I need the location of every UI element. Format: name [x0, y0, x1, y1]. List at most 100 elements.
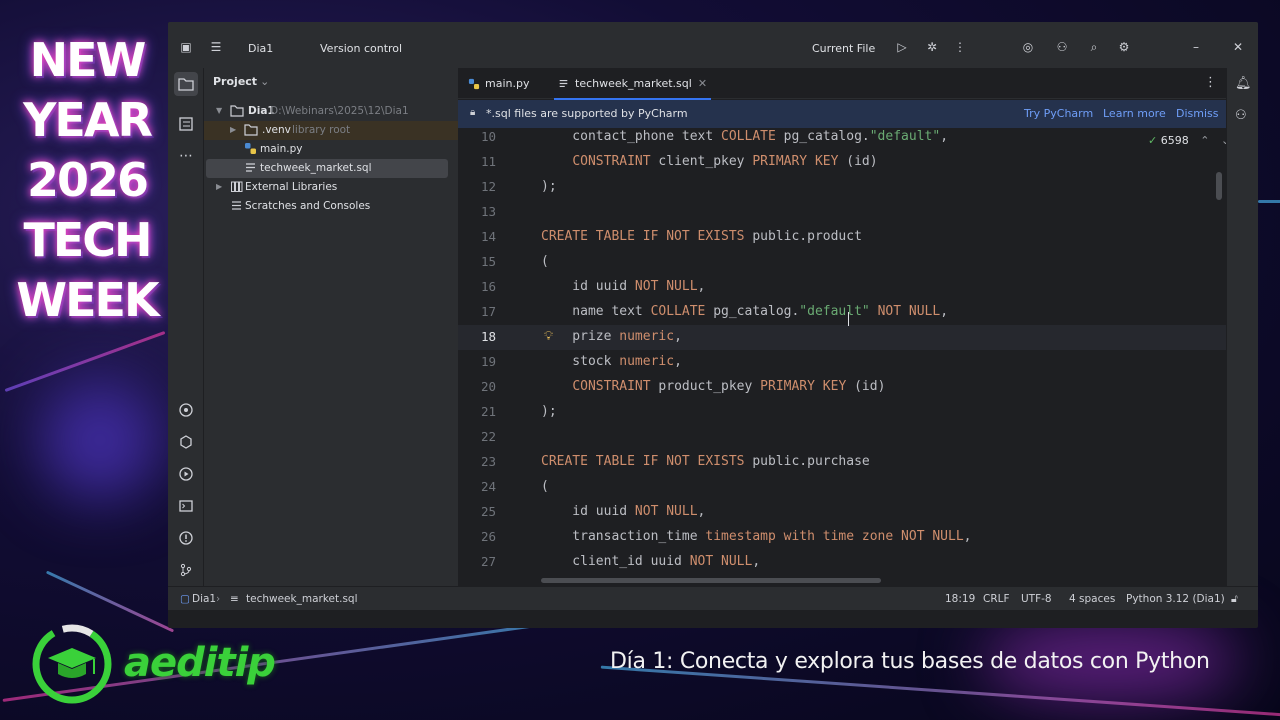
line-number: 22 — [480, 429, 496, 444]
code-token: id uuid — [541, 504, 635, 519]
expand-arrow-icon[interactable]: ▼ — [216, 106, 222, 115]
dismiss-link[interactable]: Dismiss — [1176, 107, 1219, 120]
tree-item-main-py[interactable]: main.py — [204, 140, 458, 159]
close-window-icon[interactable]: ✕ — [1230, 40, 1246, 56]
vcs-widget[interactable]: Version control — [320, 42, 402, 55]
code-line[interactable]: 18 💡︎ prize numeric, — [458, 325, 1226, 350]
code-line[interactable]: 17 name text COLLATE pg_catalog."default… — [458, 300, 1226, 325]
more-actions-icon[interactable]: ⋮ — [952, 40, 968, 56]
code-line[interactable]: 21); — [458, 400, 1226, 425]
line-number: 15 — [480, 254, 496, 269]
file-encoding[interactable]: UTF-8 — [1021, 593, 1052, 605]
code-token: COLLATE — [721, 129, 776, 144]
background-glow — [40, 380, 160, 500]
ai-assistant-icon[interactable]: ◎ — [1020, 40, 1036, 56]
indent-setting[interactable]: 4 spaces — [1069, 593, 1115, 605]
terminal-button[interactable] — [174, 494, 198, 518]
left-tool-strip: ⋯ — [168, 68, 204, 586]
tree-item-sql-file[interactable]: techweek_market.sql — [206, 159, 448, 178]
code-area[interactable]: 10 contact_phone text COLLATE pg_catalog… — [458, 128, 1226, 586]
main-menu-icon[interactable]: ☰ — [208, 40, 224, 56]
run-icon[interactable]: ▷ — [894, 40, 910, 56]
code-line[interactable]: 10 contact_phone text COLLATE pg_catalog… — [458, 128, 1226, 150]
python-packages-button[interactable] — [174, 398, 198, 422]
notifications-bell-icon[interactable]: 🔔︎ — [1235, 76, 1252, 91]
code-token: NOT NULL — [877, 304, 941, 319]
ai-chat-icon[interactable]: ⚇ — [1235, 108, 1247, 123]
minimize-icon[interactable]: – — [1188, 40, 1204, 56]
line-separator[interactable]: CRLF — [983, 593, 1010, 605]
collab-icon[interactable]: ⚇ — [1054, 40, 1070, 56]
graduation-cap-logo-icon — [32, 624, 112, 704]
caret-position[interactable]: 18:19 — [945, 593, 975, 605]
inspection-widget[interactable]: ✓ 6598 ⌃ ⌄ — [1148, 134, 1230, 147]
read-only-lock-icon[interactable]: 🔓︎ — [1231, 593, 1238, 606]
code-line[interactable]: 19 stock numeric, — [458, 350, 1226, 375]
code-line[interactable]: 22 — [458, 425, 1226, 450]
project-tool-button[interactable] — [174, 72, 198, 96]
breadcrumb-project[interactable]: Dia1 — [192, 593, 216, 605]
code-token: NOT NULL — [634, 504, 698, 519]
project-panel-header[interactable]: Project ⌄ — [213, 75, 269, 88]
debug-icon[interactable]: ✲ — [924, 40, 940, 56]
code-token: , — [674, 354, 682, 369]
lock-icon: 🔒︎ — [470, 107, 476, 118]
tree-item-path: D:\Webinars\2025\12\Dia1 — [270, 105, 409, 117]
line-number: 27 — [480, 554, 496, 569]
folder-icon — [178, 78, 194, 91]
check-icon: ✓ — [1148, 134, 1158, 147]
problems-button[interactable] — [174, 526, 198, 550]
tab-options-icon[interactable]: ⋮ — [1204, 75, 1217, 90]
code-line[interactable]: 20 CONSTRAINT product_pkey PRIMARY KEY (… — [458, 375, 1226, 400]
collapse-arrow-icon[interactable]: ▶ — [216, 182, 222, 191]
code-token: (id) — [838, 154, 878, 169]
code-line[interactable]: 15 ( — [458, 250, 1226, 275]
code-line[interactable]: 27 client_id uuid NOT NULL, — [458, 550, 1226, 575]
tree-item-scratches[interactable]: Scratches and Consoles — [204, 197, 458, 216]
run-config-selector[interactable]: Current File — [812, 42, 875, 55]
tab-techweek-market-sql[interactable]: techweek_market.sql ✕ — [554, 68, 712, 100]
more-icon[interactable]: ⋯ — [174, 144, 198, 168]
tree-item-external-libraries[interactable]: ▶ External Libraries — [204, 178, 458, 197]
tab-main-py[interactable]: main.py — [468, 68, 529, 99]
run-tool-button[interactable] — [174, 462, 198, 486]
code-line[interactable]: 12); — [458, 175, 1226, 200]
code-line[interactable]: 23 CREATE TABLE IF NOT EXISTS public.purc… — [458, 450, 1226, 475]
close-tab-icon[interactable]: ✕ — [698, 77, 707, 90]
collapse-arrow-icon[interactable]: ▶ — [230, 125, 236, 134]
code-text: stock numeric, — [541, 354, 682, 369]
code-line[interactable]: 26 transaction_time timestamp with time … — [458, 525, 1226, 550]
project-panel: Project ⌄ ▼ Dia1 D:\Webinars\2025\12\Dia1… — [204, 68, 458, 586]
try-pycharm-link[interactable]: Try PyCharm — [1024, 107, 1093, 120]
services-button[interactable] — [174, 430, 198, 454]
python-interpreter[interactable]: Python 3.12 (Dia1) — [1126, 593, 1225, 605]
horizontal-scrollbar[interactable] — [541, 578, 881, 583]
breadcrumb-file[interactable]: techweek_market.sql — [246, 593, 358, 605]
structure-tool-button[interactable] — [174, 112, 198, 136]
code-line[interactable]: 11 CONSTRAINT client_pkey PRIMARY KEY (i… — [458, 150, 1226, 175]
tree-item-label: main.py — [260, 143, 303, 155]
inspection-count: 6598 — [1160, 134, 1189, 147]
vertical-scrollbar[interactable] — [1216, 172, 1222, 200]
event-title: NEW YEAR 2026 TECH WEEK — [8, 30, 166, 330]
settings-icon[interactable]: ⚙ — [1116, 40, 1132, 56]
git-button[interactable] — [174, 558, 198, 582]
project-selector[interactable]: Dia1 — [248, 42, 273, 55]
code-line[interactable]: 13 — [458, 200, 1226, 225]
tree-item-project-root[interactable]: ▼ Dia1 D:\Webinars\2025\12\Dia1 — [204, 102, 458, 121]
background-streak — [1258, 200, 1280, 203]
code-line[interactable]: 24 ( — [458, 475, 1226, 500]
code-line[interactable]: 14 CREATE TABLE IF NOT EXISTS public.prod… — [458, 225, 1226, 250]
ide-window: ▣ ☰ Dia1 Version control Current File ▷ … — [168, 22, 1258, 628]
code-line[interactable]: 25 id uuid NOT NULL, — [458, 500, 1226, 525]
tree-item-venv[interactable]: ▶ .venv library root — [204, 121, 458, 140]
code-text: prize numeric, — [541, 329, 682, 344]
learn-more-link[interactable]: Learn more — [1103, 107, 1166, 120]
code-line[interactable]: 16 id uuid NOT NULL, — [458, 275, 1226, 300]
tree-item-label: External Libraries — [245, 181, 338, 193]
code-token: public.purchase — [744, 454, 870, 469]
chevron-up-icon[interactable]: ⌃ — [1200, 134, 1209, 147]
search-icon[interactable]: ⌕ — [1086, 40, 1102, 56]
